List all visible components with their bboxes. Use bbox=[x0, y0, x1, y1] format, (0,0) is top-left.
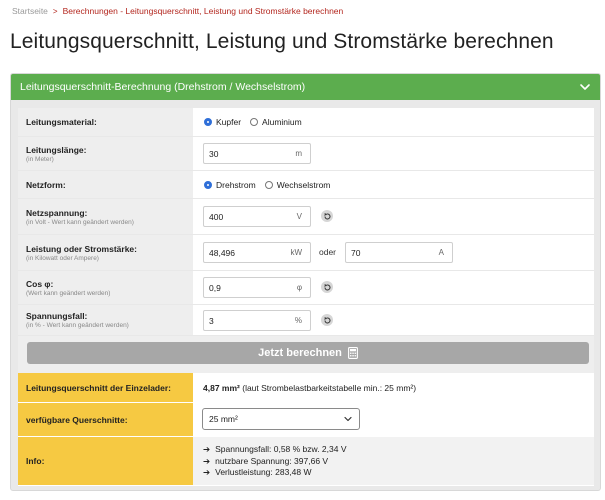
power-label: Leistung oder Stromstärke: bbox=[26, 243, 137, 254]
breadcrumb-current[interactable]: Berechnungen - Leitungsquerschnitt, Leis… bbox=[63, 6, 344, 16]
info-label: Info: bbox=[18, 437, 193, 485]
available-sections-row: verfügbare Querschnitte: 25 mm² bbox=[18, 403, 594, 437]
material-radio-group: Kupfer Aluminium bbox=[204, 117, 311, 127]
voltage-unit: V bbox=[296, 212, 302, 221]
length-hint: (in Meter) bbox=[26, 155, 54, 163]
result-cross-section-row: Leitungsquerschnitt der Einzelader: 4,87… bbox=[18, 373, 594, 403]
cosphi-label: Cos φ: bbox=[26, 278, 54, 289]
radio-selected-icon[interactable] bbox=[204, 118, 212, 126]
netzform-row: Netzform: Drehstrom Wechselstrom bbox=[18, 171, 594, 199]
netzform-label: Netzform: bbox=[26, 179, 66, 190]
netzform-option-wechselstrom[interactable]: Wechselstrom bbox=[264, 180, 330, 190]
voltage-hint: (in Volt - Wert kann geändert werden) bbox=[26, 218, 134, 226]
material-row: Leitungsmaterial: Kupfer Aluminium bbox=[18, 108, 594, 137]
calculator-form: Leitungsmaterial: Kupfer Aluminium Leitu… bbox=[18, 108, 594, 486]
page-title: Leitungsquerschnitt, Leistung und Stroms… bbox=[10, 30, 554, 53]
or-text: oder bbox=[319, 247, 337, 257]
length-unit: m bbox=[295, 149, 302, 158]
material-option-aluminium[interactable]: Aluminium bbox=[250, 117, 302, 127]
radio-selected-icon[interactable] bbox=[204, 180, 212, 189]
chevron-down-icon bbox=[344, 416, 352, 422]
current-unit: A bbox=[438, 248, 444, 257]
voltage-row: Netzspannung: (in Volt - Wert kann geänd… bbox=[18, 199, 594, 235]
power-row: Leistung oder Stromstärke: (in Kilowatt … bbox=[18, 235, 594, 271]
chevron-down-icon[interactable] bbox=[578, 80, 592, 94]
list-item: ➔ nutzbare Spannung: 397,66 V bbox=[203, 455, 329, 466]
arrow-right-icon: ➔ bbox=[203, 455, 211, 466]
calculator-panel: Leitungsquerschnitt-Berechnung (Drehstro… bbox=[10, 73, 601, 491]
result-cross-section-label: Leitungsquerschnitt der Einzelader: bbox=[18, 373, 193, 402]
list-item: ➔ Spannungsfall: 0,58 % bzw. 2,34 V bbox=[203, 444, 347, 454]
panel-title: Leitungsquerschnitt-Berechnung (Drehstro… bbox=[20, 81, 306, 93]
netzform-radio-group: Drehstrom Wechselstrom bbox=[204, 180, 339, 190]
voltage-input[interactable]: 400 V bbox=[203, 206, 311, 227]
drop-label: Spannungsfall: bbox=[26, 311, 88, 321]
material-option-kupfer[interactable]: Kupfer bbox=[204, 117, 241, 127]
length-input[interactable]: 30 m bbox=[203, 143, 311, 164]
arrow-right-icon: ➔ bbox=[203, 444, 211, 454]
radio-icon[interactable] bbox=[264, 180, 273, 189]
material-label: Leitungsmaterial: bbox=[26, 117, 97, 127]
breadcrumb-separator: > bbox=[52, 6, 58, 16]
available-sections-label: verfügbare Querschnitte: bbox=[18, 403, 193, 436]
voltage-reset-icon[interactable] bbox=[321, 210, 333, 222]
cosphi-input[interactable]: 0,9 φ bbox=[203, 277, 311, 298]
netzform-option-drehstrom[interactable]: Drehstrom bbox=[204, 180, 256, 190]
current-input[interactable]: 70 A bbox=[345, 242, 453, 263]
info-row: Info: ➔ Spannungsfall: 0,58 % bzw. 2,34 V… bbox=[18, 437, 594, 486]
drop-reset-icon[interactable] bbox=[321, 314, 333, 326]
cosphi-hint: (Wert kann geändert werden) bbox=[26, 289, 111, 297]
power-hint: (in Kilowatt oder Ampere) bbox=[26, 254, 99, 262]
calculate-button[interactable]: Jetzt berechnen bbox=[27, 342, 589, 364]
arrow-right-icon: ➔ bbox=[203, 467, 211, 477]
available-sections-select[interactable]: 25 mm² bbox=[202, 408, 360, 430]
drop-unit: % bbox=[294, 316, 302, 325]
radio-icon[interactable] bbox=[250, 118, 259, 126]
power-unit: kW bbox=[290, 248, 302, 257]
list-item: ➔ Verlustleistung: 283,48 W bbox=[203, 467, 312, 477]
calculator-icon bbox=[347, 347, 358, 359]
result-cross-section-value: 4,87 mm² bbox=[203, 383, 240, 393]
cosphi-reset-icon[interactable] bbox=[321, 281, 333, 293]
info-list: ➔ Spannungsfall: 0,58 % bzw. 2,34 V ➔ nutz… bbox=[203, 444, 347, 479]
breadcrumb-home[interactable]: Startseite bbox=[12, 6, 48, 16]
drop-hint: (in % - Wert kann geändert werden) bbox=[26, 322, 129, 329]
cosphi-row: Cos φ: (Wert kann geändert werden) 0,9 φ bbox=[18, 271, 594, 305]
drop-row: Spannungsfall: (in % - Wert kann geänder… bbox=[18, 305, 594, 336]
length-label: Leitungslänge: bbox=[26, 144, 87, 155]
voltage-label: Netzspannung: bbox=[26, 207, 88, 218]
panel-header[interactable]: Leitungsquerschnitt-Berechnung (Drehstro… bbox=[11, 74, 600, 100]
calc-button-row: Jetzt berechnen bbox=[18, 336, 594, 373]
drop-input[interactable]: 3 % bbox=[203, 310, 311, 331]
length-row: Leitungslänge: (in Meter) 30 m bbox=[18, 137, 594, 171]
result-cross-section-note: (laut Strombelastbarkeitstabelle min.: 2… bbox=[242, 383, 417, 393]
cosphi-unit: φ bbox=[296, 283, 302, 292]
breadcrumb: Startseite > Berechnungen - Leitungsquer… bbox=[12, 6, 343, 16]
power-input[interactable]: 48,496 kW bbox=[203, 242, 311, 263]
